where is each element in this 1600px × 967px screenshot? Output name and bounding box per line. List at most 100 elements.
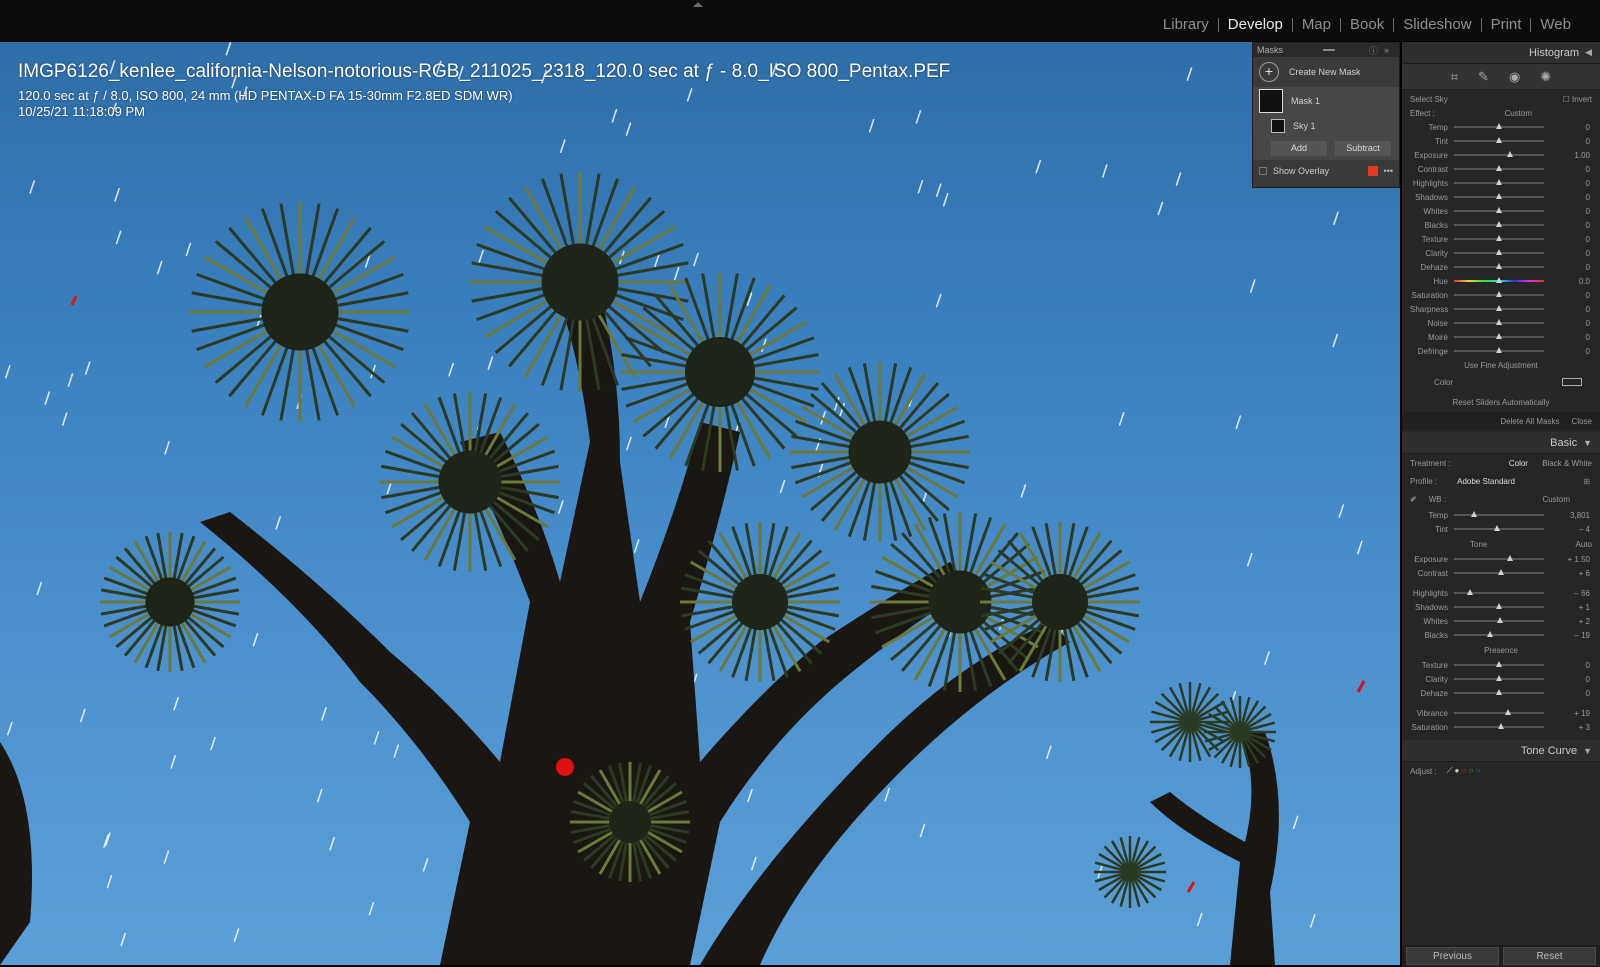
slider-temp[interactable]: Temp 3,801 [1402,508,1600,522]
slider-thumb[interactable] [1496,291,1502,297]
create-new-mask-button[interactable]: + Create New Mask [1253,57,1399,87]
slider-tint[interactable]: Tint 0 [1402,134,1600,148]
photo-canvas[interactable]: IMGP6126_kenlee_california-Nelson-notori… [0,42,1400,965]
slider-clarity[interactable]: Clarity 0 [1402,246,1600,260]
slider-dehaze[interactable]: Dehaze 0 [1402,260,1600,274]
slider-value[interactable]: 0 [1586,689,1590,698]
histogram-header[interactable]: Histogram ◀ [1402,42,1600,64]
slider-thumb[interactable] [1496,221,1502,227]
slider-thumb[interactable] [1496,235,1502,241]
treatment-color-button[interactable]: Color [1509,459,1528,468]
slider-track[interactable] [1454,689,1544,695]
slider-value[interactable]: 0 [1586,319,1590,328]
slider-thumb[interactable] [1496,165,1502,171]
slider-value[interactable]: + 19 [1574,709,1590,718]
slider-value[interactable]: 0 [1586,291,1590,300]
auto-tone-button[interactable]: Auto [1576,540,1592,549]
slider-thumb[interactable] [1506,151,1513,157]
slider-track[interactable] [1454,137,1544,143]
slider-defringe[interactable]: Defringe 0 [1402,344,1600,358]
add-mask-button[interactable]: Add [1271,141,1327,156]
drag-handle-icon[interactable] [1323,49,1336,51]
slider-moiré[interactable]: Moiré 0 [1402,330,1600,344]
slider-track[interactable] [1454,277,1544,283]
slider-shadows[interactable]: Shadows 0 [1402,190,1600,204]
slider-value[interactable]: 0 [1586,193,1590,202]
slider-temp[interactable]: Temp 0 [1402,120,1600,134]
masks-header[interactable]: Masks ⓘ » [1253,43,1399,57]
slider-hue[interactable]: Hue 0.0 [1402,274,1600,288]
collapse-top-panel-icon[interactable] [693,2,703,7]
treatment-bw-button[interactable]: Black & White [1542,459,1592,468]
slider-value[interactable]: 0 [1586,249,1590,258]
slider-contrast[interactable]: Contrast 0 [1402,162,1600,176]
slider-track[interactable] [1454,723,1544,729]
slider-texture[interactable]: Texture 0 [1402,658,1600,672]
slider-value[interactable]: + 2 [1579,617,1590,626]
slider-value[interactable]: 0 [1586,137,1590,146]
slider-thumb[interactable] [1467,589,1474,595]
slider-track[interactable] [1454,151,1544,157]
slider-track[interactable] [1454,617,1544,623]
previous-button[interactable]: Previous [1406,947,1499,965]
slider-blacks[interactable]: Blacks 0 [1402,218,1600,232]
slider-thumb[interactable] [1496,333,1502,339]
slider-value[interactable]: 0 [1586,305,1590,314]
module-print[interactable]: Print [1482,16,1531,33]
overlay-color-swatch[interactable] [1367,166,1378,176]
slider-value[interactable]: 0 [1586,179,1590,188]
crop-icon[interactable]: ⌗ [1451,69,1458,85]
slider-track[interactable] [1454,333,1544,339]
slider-exposure[interactable]: Exposure 1.00 [1402,148,1600,162]
slider-value[interactable]: 0 [1586,263,1590,272]
slider-track[interactable] [1454,631,1544,637]
slider-thumb[interactable] [1496,305,1502,311]
slider-thumb[interactable] [1496,689,1502,695]
module-library[interactable]: Library [1154,16,1218,33]
module-slideshow[interactable]: Slideshow [1394,16,1480,33]
slider-value[interactable]: 0.0 [1579,277,1590,286]
slider-track[interactable] [1454,123,1544,129]
reset-button[interactable]: Reset [1503,947,1596,965]
slider-thumb[interactable] [1496,123,1502,129]
slider-track[interactable] [1454,319,1544,325]
slider-value[interactable]: 0 [1586,347,1590,356]
slider-thumb[interactable] [1487,631,1493,637]
slider-track[interactable] [1454,347,1544,353]
slider-value[interactable]: – 19 [1574,631,1590,640]
module-web[interactable]: Web [1531,16,1580,33]
slider-value[interactable]: + 1.50 [1568,555,1590,564]
slider-shadows[interactable]: Shadows + 1 [1402,600,1600,614]
slider-value[interactable]: 0 [1586,333,1590,342]
slider-saturation[interactable]: Saturation 0 [1402,288,1600,302]
slider-value[interactable]: – 66 [1574,589,1590,598]
slider-value[interactable]: + 3 [1579,723,1590,732]
slider-whites[interactable]: Whites 0 [1402,204,1600,218]
color-picker-swatch[interactable] [1562,378,1582,386]
slider-blacks[interactable]: Blacks – 19 [1402,628,1600,642]
slider-track[interactable] [1454,675,1544,681]
slider-thumb[interactable] [1506,555,1513,561]
delete-all-masks-button[interactable]: Delete All Masks [1500,417,1559,426]
slider-dehaze[interactable]: Dehaze 0 [1402,686,1600,700]
slider-track[interactable] [1454,709,1544,715]
profile-browser-icon[interactable]: ⊞ [1583,477,1590,486]
slider-thumb[interactable] [1496,179,1502,185]
slider-thumb[interactable] [1496,137,1502,143]
slider-thumb[interactable] [1496,347,1502,353]
close-masking-button[interactable]: Close [1572,417,1592,426]
red-eye-icon[interactable]: ◉ [1509,69,1520,85]
slider-track[interactable] [1454,249,1544,255]
slider-tint[interactable]: Tint – 4 [1402,522,1600,536]
wb-eyedropper-icon[interactable]: ✐ [1410,495,1417,504]
slider-track[interactable] [1454,661,1544,667]
slider-exposure[interactable]: Exposure + 1.50 [1402,552,1600,566]
slider-track[interactable] [1454,305,1544,311]
tone-curve-header[interactable]: Tone Curve ▼ [1402,740,1600,762]
sky-1-row[interactable]: Sky 1 [1253,115,1399,137]
slider-value[interactable]: 0 [1586,661,1590,670]
slider-vibrance[interactable]: Vibrance + 19 [1402,706,1600,720]
slider-value[interactable]: – 4 [1579,525,1590,534]
slider-track[interactable] [1454,555,1544,561]
slider-track[interactable] [1454,589,1544,595]
